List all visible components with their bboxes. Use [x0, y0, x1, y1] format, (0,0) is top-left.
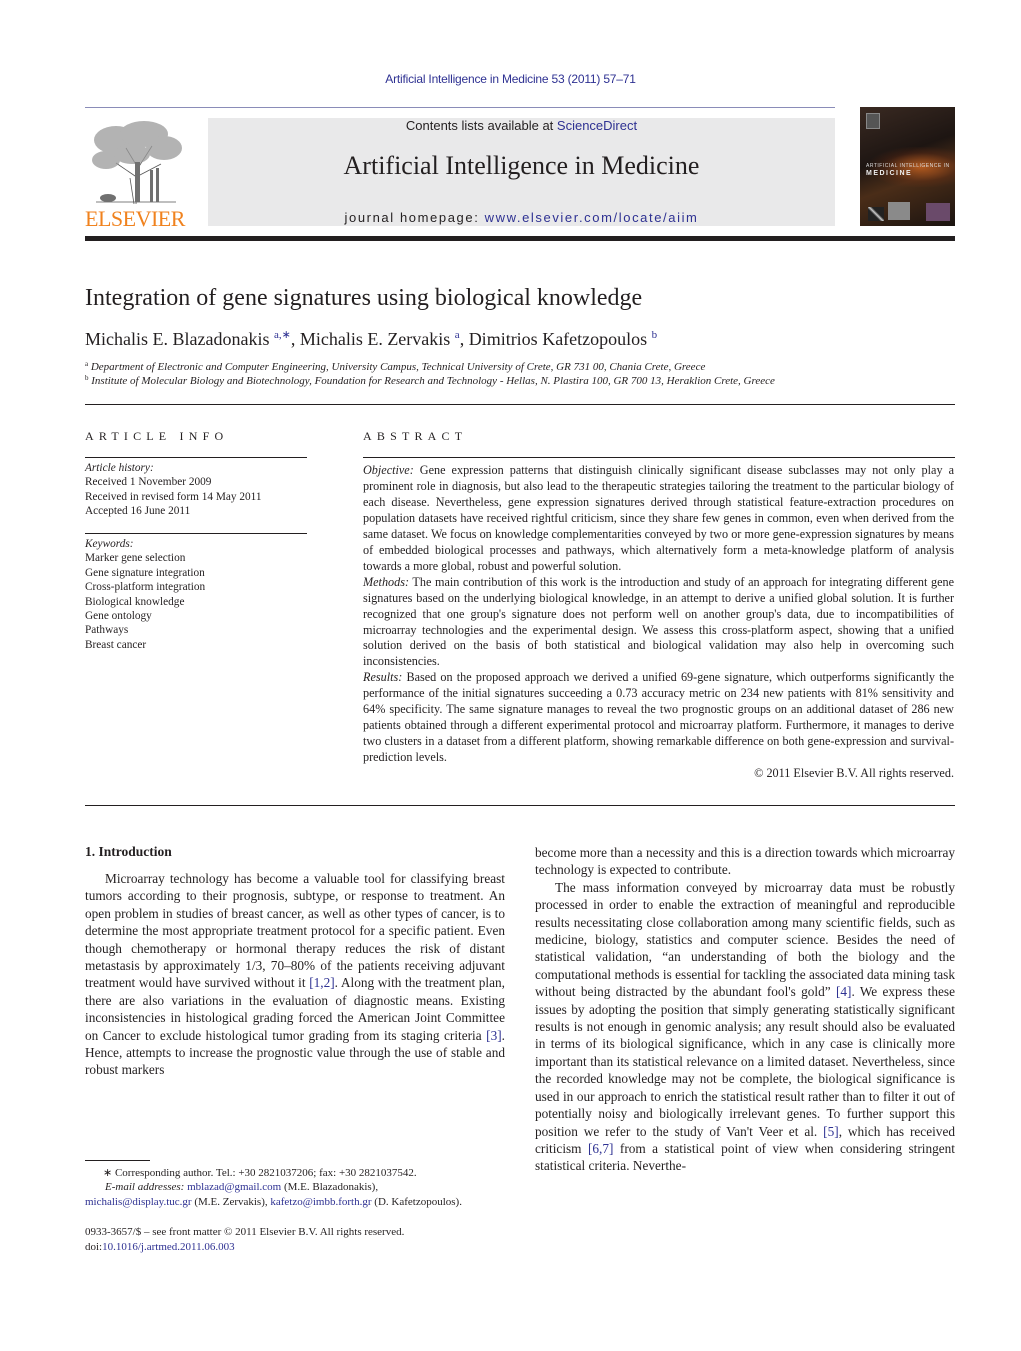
- sciencedirect-link[interactable]: ScienceDirect: [557, 118, 637, 133]
- cover-title-line1: ARTIFICIAL INTELLIGENCE IN: [866, 163, 950, 169]
- affiliation-key: b: [85, 374, 89, 382]
- keywords-divider: [85, 533, 307, 534]
- email-line: michalis@display.tuc.gr (M.E. Zervakis),…: [85, 1195, 515, 1209]
- contents-line: Contents lists available at ScienceDirec…: [208, 118, 835, 133]
- keyword-item: Gene ontology: [85, 610, 152, 623]
- email-link[interactable]: kafetzo@imbb.forth.gr: [270, 1196, 371, 1208]
- objective-label: Objective:: [363, 463, 414, 477]
- homepage-line: journal homepage: www.elsevier.com/locat…: [208, 210, 835, 225]
- citation-link[interactable]: [4]: [836, 984, 852, 999]
- cover-thumbnail-2: [888, 202, 910, 220]
- keywords: Keywords: Marker gene selection Gene sig…: [85, 537, 307, 652]
- journal-homepage-link[interactable]: www.elsevier.com/locate/aiim: [485, 210, 699, 225]
- keyword-item: Gene signature integration: [85, 566, 205, 579]
- doi-line: doi:10.1016/j.artmed.2011.06.003: [85, 1240, 404, 1255]
- email-line: E-mail addresses: mblazad@gmail.com (M.E…: [85, 1180, 515, 1194]
- section-heading-introduction: 1. Introduction: [85, 844, 172, 859]
- homepage-prefix: journal homepage:: [344, 210, 485, 225]
- author-affiliation-link[interactable]: a,∗: [274, 329, 291, 341]
- affiliation-a: a Department of Electronic and Computer …: [85, 360, 706, 374]
- paragraph-text: . We express these issues by adopting th…: [535, 984, 955, 1139]
- cover-title-line2: MEDICINE: [866, 170, 913, 177]
- keyword-item: Cross-platform integration: [85, 581, 206, 594]
- running-head[interactable]: Artificial Intelligence in Medicine 53 (…: [0, 72, 1021, 86]
- citation-link[interactable]: [5]: [823, 1124, 839, 1139]
- results-text: Based on the proposed approach we derive…: [363, 670, 954, 765]
- abstract-methods: Methods: The main contribution of this w…: [363, 575, 954, 671]
- affiliation-divider: [85, 404, 955, 405]
- citation-link[interactable]: [6,7]: [588, 1141, 613, 1156]
- article-history: Article history: Received 1 November 200…: [85, 461, 307, 519]
- methods-label: Methods:: [363, 574, 410, 589]
- paragraph: The mass information conveyed by microar…: [535, 879, 955, 1175]
- abstract-results: Results: Based on the proposed approach …: [363, 670, 954, 766]
- keyword-item: Biological knowledge: [85, 595, 185, 608]
- journal-cover-image[interactable]: ARTIFICIAL INTELLIGENCE IN MEDICINE: [860, 107, 955, 226]
- abstract-body: Objective: Gene expression patterns that…: [363, 463, 954, 782]
- history-item: Received in revised form 14 May 2011: [85, 490, 262, 503]
- abstract-objective: Objective: Gene expression patterns that…: [363, 463, 954, 575]
- author-list: Michalis E. Blazadonakis a,∗, Michalis E…: [85, 329, 657, 350]
- header-divider: [85, 236, 955, 241]
- author-name: Dimitrios Kafetzopoulos: [468, 329, 648, 349]
- keyword-item: Pathways: [85, 624, 129, 637]
- cover-thumbnail-1: [868, 207, 884, 221]
- objective-text: Gene expression patterns that distinguis…: [363, 463, 954, 573]
- footnote-rule: [85, 1160, 150, 1161]
- paragraph-text: Microarray technology has become a valua…: [85, 871, 505, 991]
- issn-line: 0933-3657/$ – see front matter © 2011 El…: [85, 1226, 405, 1238]
- email-owner: (D. Kafetzopoulos).: [371, 1195, 462, 1208]
- author-name: Michalis E. Blazadonakis: [85, 329, 270, 349]
- citation-link[interactable]: [3]: [486, 1028, 502, 1043]
- email-label: E-mail addresses:: [105, 1181, 185, 1194]
- contents-prefix: Contents lists available at: [405, 118, 557, 133]
- author-affiliation-link[interactable]: b: [652, 329, 658, 341]
- abstract-copyright: © 2011 Elsevier B.V. All rights reserved…: [754, 766, 954, 781]
- paragraph: become more than a necessity and this is…: [535, 845, 955, 878]
- paragraph: Microarray technology has become a valua…: [85, 870, 505, 1079]
- abstract-heading: ABSTRACT: [363, 429, 468, 443]
- email-owner: (M.E. Blazadonakis),: [281, 1181, 379, 1194]
- info-divider: [85, 457, 307, 458]
- paragraph-text: The mass information conveyed by microar…: [535, 879, 955, 1000]
- author-separator: ,: [459, 329, 469, 349]
- journal-title: Artificial Intelligence in Medicine: [343, 151, 700, 180]
- article-info-heading: ARTICLE INFO: [85, 429, 229, 443]
- doi-label: doi:: [85, 1241, 103, 1253]
- author-name: Michalis E. Zervakis: [299, 329, 451, 349]
- citation-link[interactable]: [1,2]: [309, 975, 334, 990]
- keyword-item: Breast cancer: [85, 638, 147, 651]
- email-owner: (M.E. Zervakis),: [191, 1195, 271, 1208]
- results-label: Results:: [363, 670, 403, 685]
- top-rule: [85, 107, 835, 108]
- journal-masthead: Contents lists available at ScienceDirec…: [208, 118, 835, 226]
- methods-text: The main contribution of this work is th…: [363, 574, 954, 669]
- corresponding-author-note: ∗ Corresponding author. Tel.: +30 282103…: [103, 1167, 417, 1179]
- elsevier-tree-icon: [92, 121, 182, 205]
- affiliation-key: a: [85, 360, 89, 368]
- elsevier-logo[interactable]: ELSEVIER: [84, 118, 186, 231]
- history-label: Article history:: [85, 462, 154, 474]
- article-title: Integration of gene signatures using bio…: [85, 285, 643, 311]
- keyword-item: Marker gene selection: [85, 552, 186, 565]
- footnotes: ∗ Corresponding author. Tel.: +30 282103…: [85, 1166, 515, 1209]
- body-column-right: become more than a necessity and this is…: [535, 844, 955, 1175]
- affiliation-text: Department of Electronic and Computer En…: [90, 361, 706, 373]
- email-link[interactable]: michalis@display.tuc.gr: [85, 1196, 192, 1208]
- cover-publisher-icon: [866, 113, 880, 129]
- front-matter: 0933-3657/$ – see front matter © 2011 El…: [85, 1225, 404, 1255]
- elsevier-wordmark: ELSEVIER: [85, 206, 185, 231]
- history-item: Accepted 16 June 2011: [85, 505, 191, 518]
- abstract-divider: [363, 457, 955, 458]
- abstract-end-divider: [85, 805, 955, 806]
- affiliation-b: b Institute of Molecular Biology and Bio…: [85, 374, 775, 388]
- doi-link[interactable]: 10.1016/j.artmed.2011.06.003: [102, 1241, 235, 1253]
- history-item: Received 1 November 2009: [85, 476, 212, 489]
- author-separator: ,: [290, 329, 300, 349]
- keywords-label: Keywords:: [85, 538, 134, 550]
- body-column-left: Microarray technology has become a valua…: [85, 870, 505, 1079]
- email-link[interactable]: mblazad@gmail.com: [187, 1181, 281, 1193]
- affiliation-text: Institute of Molecular Biology and Biote…: [91, 375, 775, 387]
- cover-thumbnail-3: [926, 203, 950, 221]
